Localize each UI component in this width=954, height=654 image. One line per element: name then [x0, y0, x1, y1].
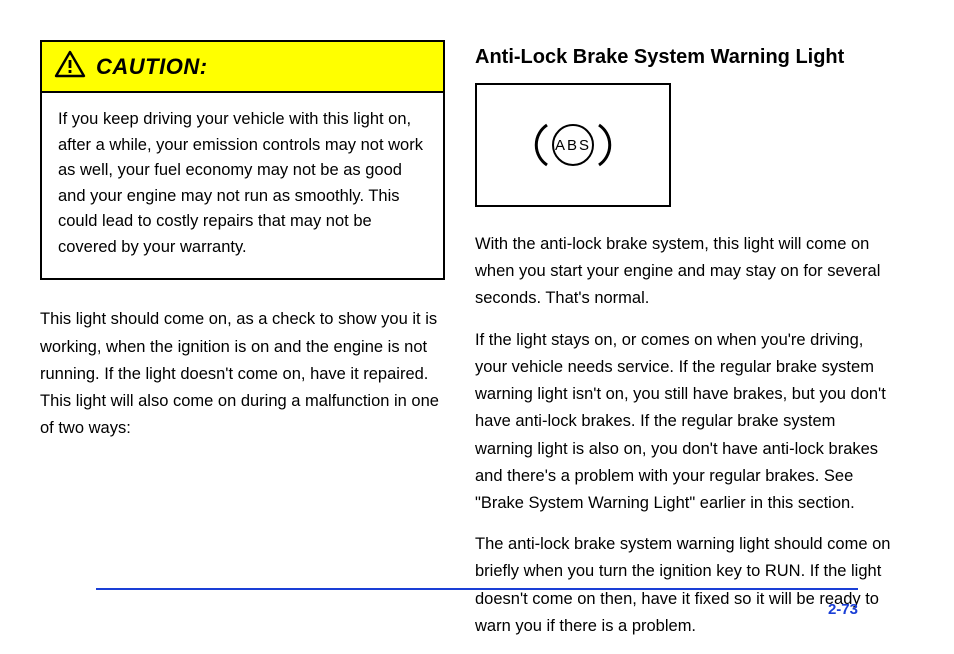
caution-box: CAUTION: If you keep driving your vehicl…: [40, 40, 445, 280]
abs-paragraph: If the light stays on, or comes on when …: [475, 327, 895, 518]
caution-title: CAUTION:: [96, 54, 208, 80]
caution-body: If you keep driving your vehicle with th…: [42, 93, 443, 278]
abs-indicator-label: ABS: [555, 137, 591, 154]
abs-paragraph: With the anti-lock brake system, this li…: [475, 231, 895, 313]
abs-paragraph: The anti-lock brake system warning light…: [475, 531, 895, 640]
abs-warning-heading: Anti-Lock Brake System Warning Light: [475, 46, 895, 69]
footer-divider: [96, 588, 858, 590]
caution-followup-text: This light should come on, as a check to…: [40, 280, 445, 442]
caution-header: CAUTION:: [42, 42, 443, 93]
warning-triangle-icon: [54, 50, 86, 83]
abs-warning-light-figure: ABS: [475, 83, 671, 207]
page-number: 2-73: [828, 601, 858, 618]
abs-body-text: With the anti-lock brake system, this li…: [475, 231, 895, 640]
